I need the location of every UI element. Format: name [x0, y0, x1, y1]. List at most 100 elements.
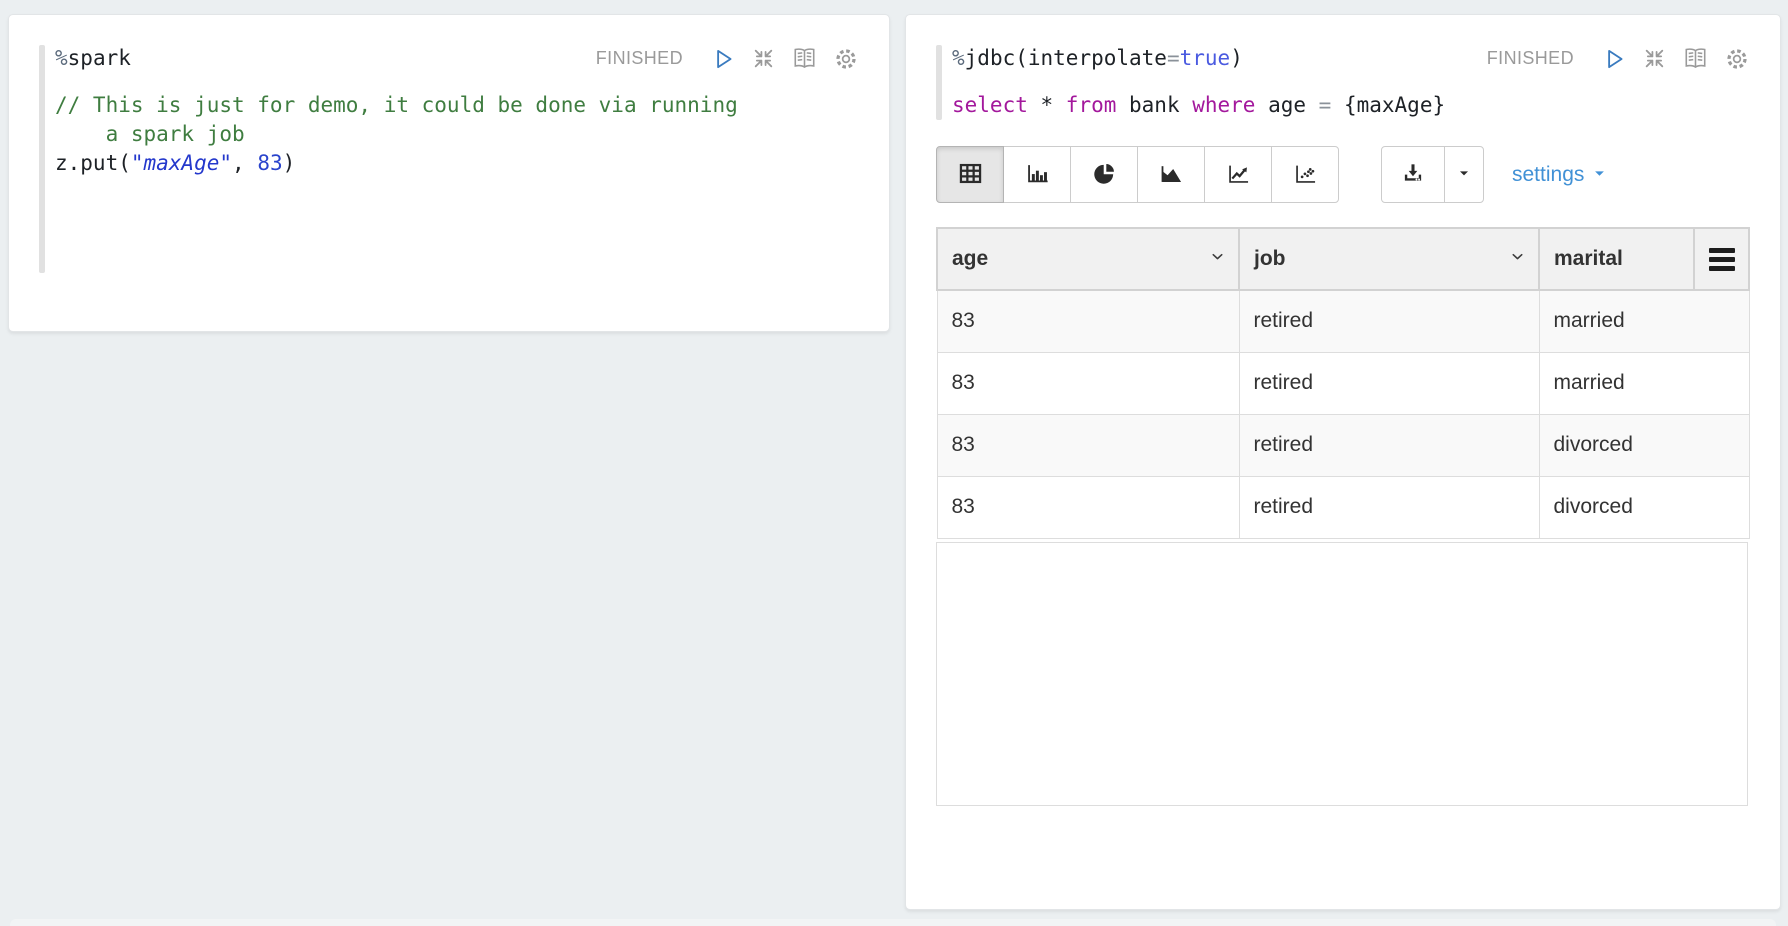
code-token: 83	[257, 151, 282, 175]
caret-down-icon	[1456, 165, 1472, 184]
chart-type-scatter-button[interactable]	[1271, 146, 1339, 203]
caret-down-icon	[1592, 163, 1607, 187]
chart-type-area-button[interactable]	[1137, 146, 1205, 203]
table-cell: 83	[937, 414, 1239, 476]
column-header-marital[interactable]: marital	[1539, 228, 1694, 290]
area-chart-icon	[1158, 160, 1185, 190]
table-cell: married	[1539, 352, 1749, 414]
table-cell: divorced	[1539, 414, 1749, 476]
code-token: *	[1028, 93, 1066, 117]
table-cell: retired	[1239, 414, 1539, 476]
table-row: 83retiredmarried	[937, 352, 1749, 414]
spark-code: // This is just for demo, it could be do…	[55, 91, 859, 178]
code-token: true	[1180, 46, 1231, 70]
paragraph-spark: %spark FINISHED	[8, 14, 890, 332]
code-token: where	[1192, 93, 1255, 117]
jdbc-code-editor[interactable]: %jdbc(interpolate=true) FINISHED	[936, 43, 1750, 120]
show-editor-book-icon[interactable]	[1682, 45, 1709, 72]
spark-code-editor[interactable]: %spark FINISHED	[39, 43, 859, 273]
pie-chart-icon	[1091, 160, 1118, 190]
code-token: jdbc(interpolate	[965, 46, 1167, 70]
result-table-body: 83retiredmarried83retiredmarried83retire…	[937, 290, 1749, 538]
chevron-down-icon	[1209, 247, 1226, 271]
chart-type-line-button[interactable]	[1204, 146, 1272, 203]
table-cell: retired	[1239, 290, 1539, 352]
column-header-age[interactable]: age	[937, 228, 1239, 290]
table-row: 83retireddivorced	[937, 476, 1749, 538]
code-line: select * from bank where age = {maxAge}	[952, 91, 1750, 120]
bar-chart-icon	[1024, 160, 1051, 190]
code-token: %	[55, 46, 68, 70]
table-cell: retired	[1239, 352, 1539, 414]
table-cell: 83	[937, 290, 1239, 352]
code-token: {maxAge}	[1331, 93, 1445, 117]
table-row: 83retireddivorced	[937, 414, 1749, 476]
code-token: select	[952, 93, 1028, 117]
collapse-editor-icon[interactable]	[1641, 45, 1668, 72]
code-token: // This is just for demo, it could be do…	[55, 93, 738, 117]
status-badge: FINISHED	[1487, 48, 1574, 69]
run-paragraph-button[interactable]	[1600, 45, 1627, 72]
code-token: )	[1230, 46, 1243, 70]
code-token: from	[1066, 93, 1117, 117]
interpreter-directive: %spark	[55, 43, 131, 73]
code-token: spark	[68, 46, 131, 70]
code-token: a spark job	[55, 122, 245, 146]
table-cell: 83	[937, 352, 1239, 414]
interpreter-directive: %jdbc(interpolate=true)	[952, 43, 1243, 73]
table-row: 83retiredmarried	[937, 290, 1749, 352]
code-token: =	[1167, 46, 1180, 70]
paragraph-settings-gear-icon[interactable]	[832, 45, 859, 72]
download-icon	[1400, 160, 1426, 189]
column-header-label: age	[952, 247, 988, 270]
download-options-caret-button[interactable]	[1444, 146, 1484, 203]
code-token: "maxAge"	[131, 151, 232, 175]
chart-type-pie-button[interactable]	[1070, 146, 1138, 203]
result-table-container: agejobmarital 83retiredmarried83retiredm…	[936, 227, 1748, 806]
visualization-toolbar: settings	[936, 146, 1750, 203]
code-token: )	[283, 151, 296, 175]
collapse-editor-icon[interactable]	[750, 45, 777, 72]
table-cell: retired	[1239, 476, 1539, 538]
code-line: // This is just for demo, it could be do…	[55, 91, 859, 120]
code-token: age	[1255, 93, 1318, 117]
column-header-job[interactable]: job	[1239, 228, 1539, 290]
paragraph-jdbc: %jdbc(interpolate=true) FINISHED	[905, 14, 1781, 910]
table-icon	[957, 160, 984, 190]
table-menu-button[interactable]	[1694, 228, 1749, 290]
chevron-down-icon	[1509, 247, 1526, 271]
show-editor-book-icon[interactable]	[791, 45, 818, 72]
settings-toggle-link[interactable]: settings	[1512, 163, 1607, 187]
paragraph-controls: FINISHED	[596, 43, 859, 72]
hamburger-menu-icon	[1709, 248, 1735, 271]
download-button[interactable]	[1381, 146, 1445, 203]
chart-type-button-group	[936, 146, 1339, 203]
column-header-label: job	[1254, 247, 1286, 270]
download-button-group	[1381, 146, 1484, 203]
result-table: agejobmarital 83retiredmarried83retiredm…	[936, 227, 1750, 539]
scatter-chart-icon	[1292, 160, 1319, 190]
result-grid-empty-area[interactable]	[936, 542, 1748, 806]
code-token: %	[952, 46, 965, 70]
code-token: ,	[232, 151, 257, 175]
code-token: bank	[1116, 93, 1192, 117]
table-cell: 83	[937, 476, 1239, 538]
column-header-label: marital	[1554, 247, 1623, 270]
code-line: z.put("maxAge", 83)	[55, 149, 859, 178]
next-paragraph-edge	[10, 919, 1776, 926]
code-line: a spark job	[55, 120, 859, 149]
settings-label: settings	[1512, 163, 1584, 187]
chart-type-table-button[interactable]	[936, 146, 1004, 203]
result-header-row: age job marital	[937, 228, 1749, 290]
jdbc-code: select * from bank where age = {maxAge}	[952, 91, 1750, 120]
run-paragraph-button[interactable]	[709, 45, 736, 72]
paragraph-settings-gear-icon[interactable]	[1723, 45, 1750, 72]
table-cell: married	[1539, 290, 1749, 352]
code-token: z.put(	[55, 151, 131, 175]
chart-type-bar-button[interactable]	[1003, 146, 1071, 203]
line-chart-icon	[1225, 160, 1252, 190]
code-token: =	[1319, 93, 1332, 117]
table-cell: divorced	[1539, 476, 1749, 538]
status-badge: FINISHED	[596, 48, 683, 69]
paragraph-controls: FINISHED	[1487, 43, 1750, 72]
